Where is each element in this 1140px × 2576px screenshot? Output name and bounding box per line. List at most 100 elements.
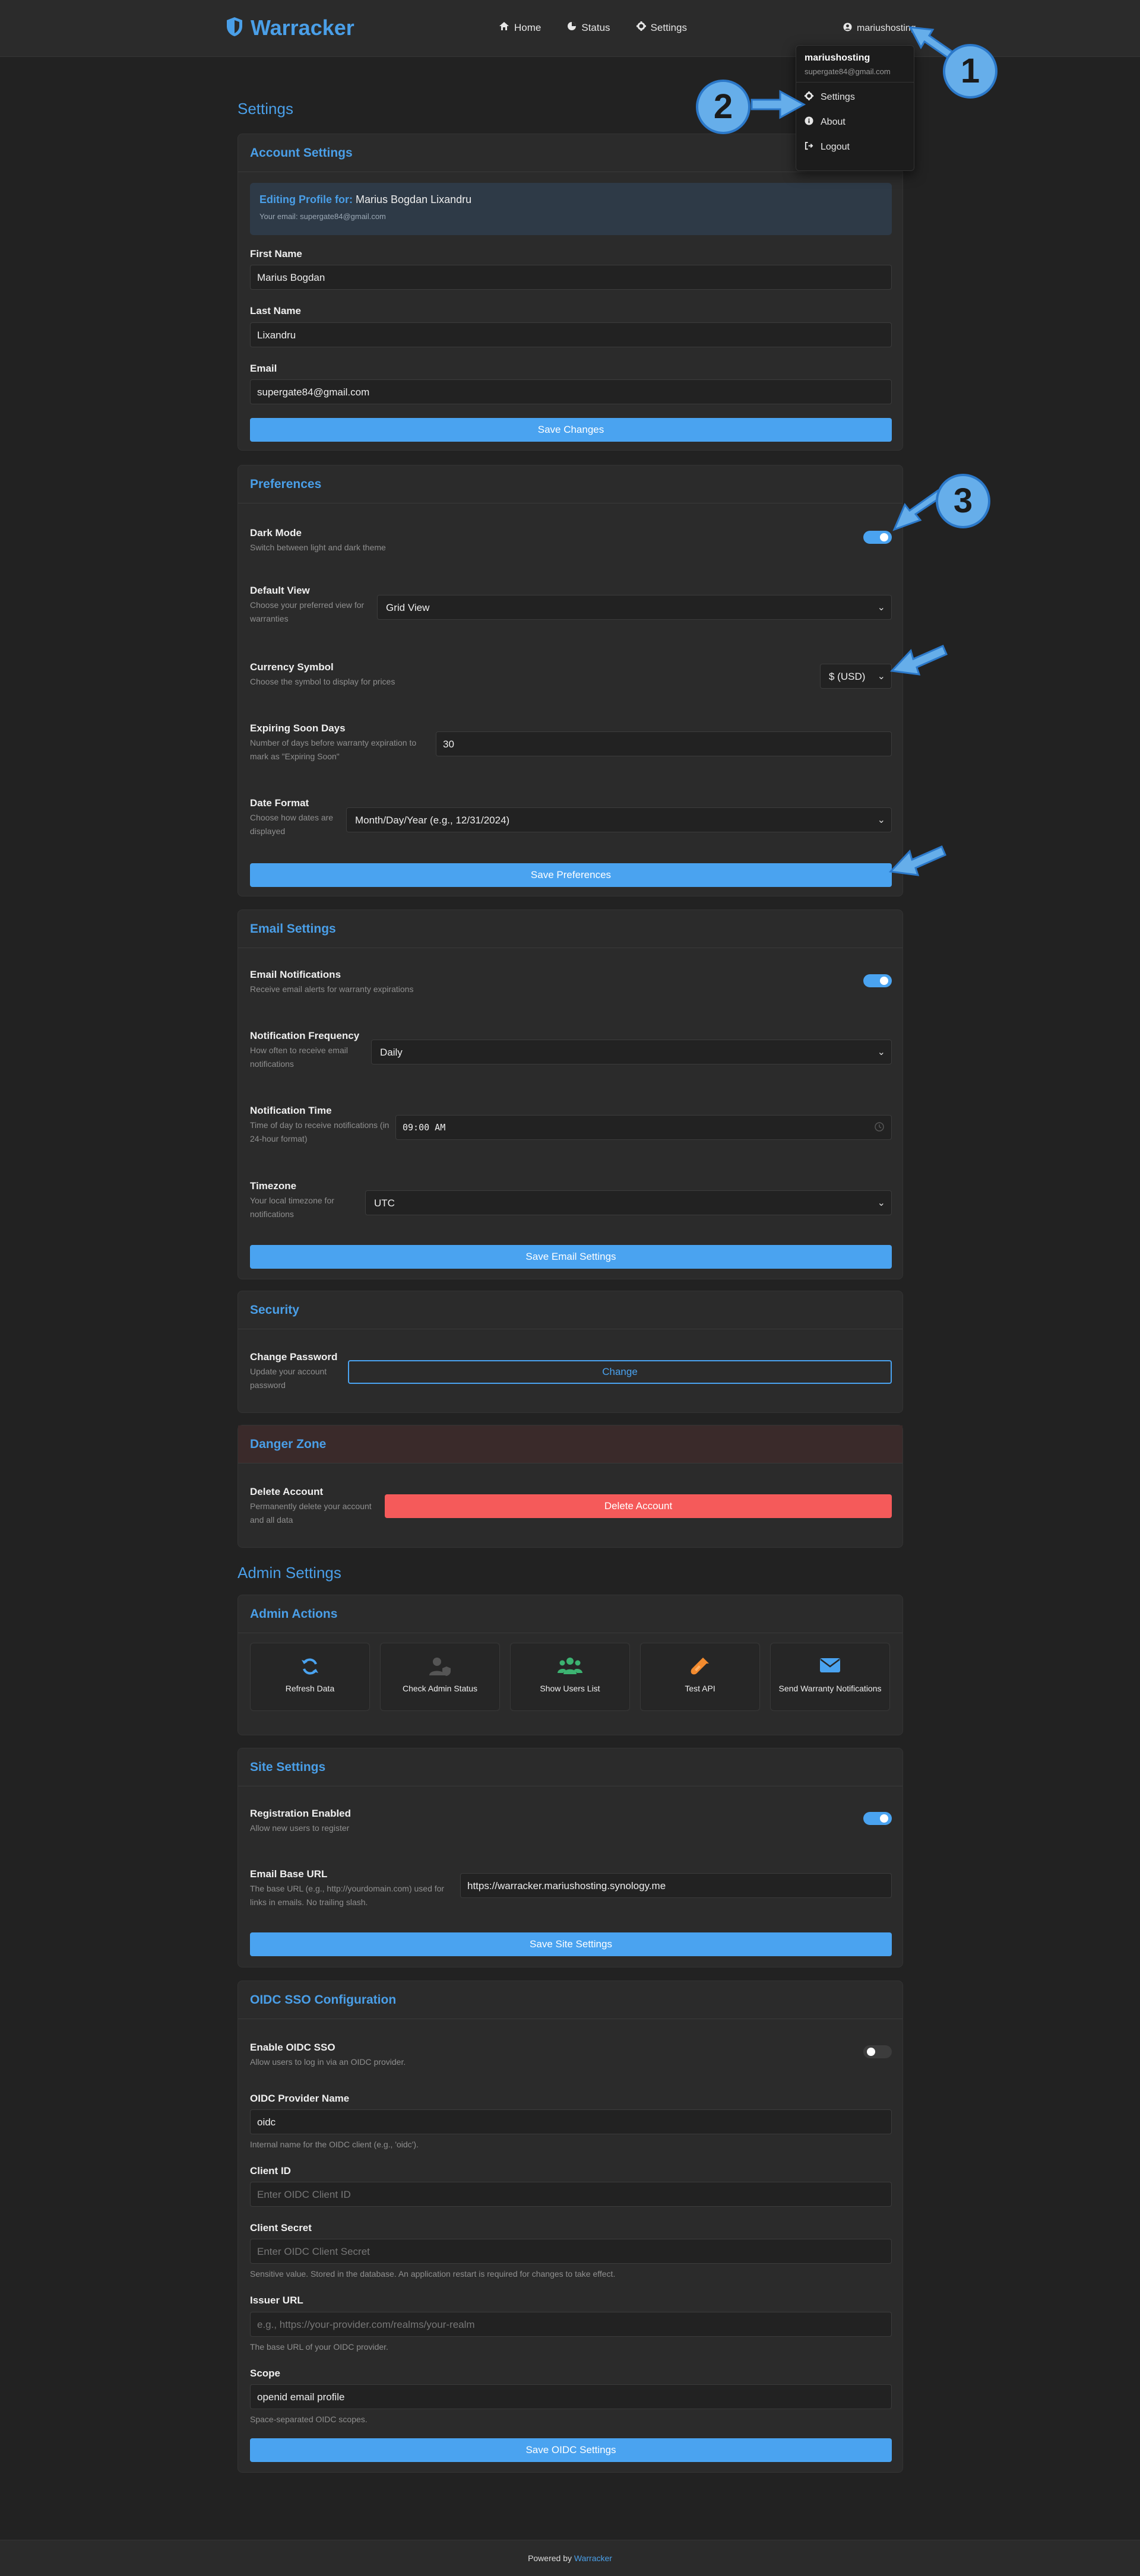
app-logo[interactable]: Warracker bbox=[226, 15, 354, 40]
expiring-desc-2: mark as "Expiring Soon" bbox=[250, 752, 340, 761]
currency-desc: Choose the symbol to display for prices bbox=[250, 677, 395, 686]
registration-toggle[interactable] bbox=[863, 1812, 892, 1825]
issuer-url-input[interactable]: e.g., https://your-provider.com/realms/y… bbox=[250, 2312, 892, 2337]
email-notifications-toggle[interactable] bbox=[863, 974, 892, 987]
email-base-url-input[interactable]: https://warracker.mariushosting.synology… bbox=[460, 1873, 892, 1898]
dropdown-user-info: mariushosting supergate84@gmail.com bbox=[796, 46, 914, 83]
email-settings-card: Email Settings Email Notifications Recei… bbox=[238, 910, 903, 1279]
test-api-label: Test API bbox=[685, 1684, 715, 1693]
save-site-settings-button[interactable]: Save Site Settings bbox=[250, 1932, 892, 1956]
scope-help: Space-separated OIDC scopes. bbox=[250, 2415, 368, 2424]
preferences-title: Preferences bbox=[238, 465, 902, 503]
email-input[interactable]: supergate84@gmail.com bbox=[250, 379, 892, 404]
timezone-label: Timezone bbox=[250, 1180, 297, 1192]
chevron-down-icon: ⌄ bbox=[877, 671, 885, 682]
chart-pie-icon bbox=[567, 21, 577, 34]
delete-account-label: Delete Account bbox=[250, 1486, 324, 1497]
page-title: Settings bbox=[238, 100, 293, 118]
user-dropdown-menu: mariushosting supergate84@gmail.com Sett… bbox=[796, 45, 914, 171]
registration-label: Registration Enabled bbox=[250, 1808, 352, 1819]
first-name-label: First Name bbox=[250, 248, 302, 259]
notification-time-input[interactable]: 09:00 AM bbox=[395, 1115, 892, 1140]
date-format-desc-1: Choose how dates are bbox=[250, 813, 334, 822]
oidc-provider-help: Internal name for the OIDC client (e.g.,… bbox=[250, 2140, 419, 2149]
nav-settings-label: Settings bbox=[650, 21, 687, 33]
currency-select[interactable]: $ (USD) ⌄ bbox=[820, 664, 892, 689]
oidc-provider-label: OIDC Provider Name bbox=[250, 2093, 350, 2104]
oidc-settings-title: OIDC SSO Configuration bbox=[238, 1981, 902, 2019]
save-email-settings-button[interactable]: Save Email Settings bbox=[250, 1245, 892, 1269]
client-id-input[interactable]: Enter OIDC Client ID bbox=[250, 2182, 892, 2207]
dark-mode-desc: Switch between light and dark theme bbox=[250, 543, 386, 552]
timezone-select[interactable]: UTC ⌄ bbox=[365, 1190, 892, 1215]
currency-value: $ (USD) bbox=[829, 671, 866, 682]
chevron-down-icon: ⌄ bbox=[877, 815, 885, 825]
check-admin-status-button[interactable]: Check Admin Status bbox=[380, 1643, 500, 1711]
save-oidc-settings-button[interactable]: Save OIDC Settings bbox=[250, 2438, 892, 2462]
dropdown-item-settings[interactable]: Settings bbox=[796, 85, 914, 110]
currency-pointer-arrow bbox=[889, 645, 948, 676]
dropdown-username: mariushosting bbox=[805, 53, 870, 63]
enable-oidc-toggle[interactable] bbox=[863, 2045, 892, 2058]
delete-account-desc-2: and all data bbox=[250, 1515, 293, 1525]
date-format-select[interactable]: Month/Day/Year (e.g., 12/31/2024) ⌄ bbox=[346, 807, 892, 832]
client-secret-label: Client Secret bbox=[250, 2222, 312, 2233]
registration-desc: Allow new users to register bbox=[250, 1823, 350, 1833]
date-format-label: Date Format bbox=[250, 797, 309, 809]
check-admin-status-label: Check Admin Status bbox=[402, 1684, 478, 1693]
enable-oidc-label: Enable OIDC SSO bbox=[250, 2042, 335, 2053]
dropdown-item-logout[interactable]: Logout bbox=[796, 135, 914, 160]
delete-account-button[interactable]: Delete Account bbox=[385, 1494, 892, 1518]
scope-input[interactable]: openid email profile bbox=[250, 2384, 892, 2409]
users-icon bbox=[511, 1656, 629, 1678]
dark-mode-toggle[interactable] bbox=[863, 531, 892, 544]
notification-time-value: 09:00 AM bbox=[403, 1122, 446, 1133]
show-users-list-label: Show Users List bbox=[540, 1684, 600, 1693]
oidc-settings-card: OIDC SSO Configuration Enable OIDC SSO A… bbox=[238, 1981, 903, 2473]
notification-frequency-desc-2: notifications bbox=[250, 1059, 294, 1069]
user-shield-icon bbox=[381, 1656, 499, 1678]
oidc-provider-input[interactable]: oidc bbox=[250, 2109, 892, 2134]
admin-actions-card: Admin Actions Refresh Data Check Admin S… bbox=[238, 1595, 903, 1735]
notification-frequency-desc-1: How often to receive email bbox=[250, 1045, 348, 1055]
notification-time-desc-2: 24-hour format) bbox=[250, 1134, 308, 1143]
expiring-days-input[interactable]: 30 bbox=[436, 731, 892, 756]
default-view-desc-1: Choose your preferred view for bbox=[250, 600, 365, 610]
nav-status[interactable]: Status bbox=[567, 21, 610, 34]
sign-out-icon bbox=[805, 141, 813, 153]
enable-oidc-desc: Allow users to log in via an OIDC provid… bbox=[250, 2057, 406, 2067]
timezone-value: UTC bbox=[374, 1197, 395, 1209]
refresh-data-button[interactable]: Refresh Data bbox=[250, 1643, 370, 1711]
client-secret-help: Sensitive value. Stored in the database.… bbox=[250, 2269, 616, 2279]
page-footer: Powered by Warracker bbox=[0, 2540, 1140, 2576]
profile-info-box: Editing Profile for: Marius Bogdan Lixan… bbox=[250, 183, 892, 235]
client-secret-input[interactable]: Enter OIDC Client Secret bbox=[250, 2239, 892, 2264]
default-view-select[interactable]: Grid View ⌄ bbox=[377, 595, 892, 620]
dropdown-item-about[interactable]: About bbox=[796, 110, 914, 135]
email-base-url-label: Email Base URL bbox=[250, 1868, 328, 1880]
nav-home[interactable]: Home bbox=[499, 21, 541, 34]
send-warranty-notifications-button[interactable]: Send Warranty Notifications bbox=[770, 1643, 890, 1711]
security-title: Security bbox=[238, 1291, 902, 1329]
app-name: Warracker bbox=[251, 15, 354, 40]
footer-brand-link[interactable]: Warracker bbox=[574, 2553, 612, 2563]
change-password-button[interactable]: Change bbox=[348, 1360, 892, 1384]
notification-frequency-select[interactable]: Daily ⌄ bbox=[371, 1040, 892, 1064]
save-preferences-pointer-arrow bbox=[888, 845, 946, 876]
site-settings-card: Site Settings Registration Enabled Allow… bbox=[238, 1748, 903, 1967]
home-icon bbox=[499, 21, 509, 34]
nav-settings[interactable]: Settings bbox=[636, 21, 687, 34]
default-view-label: Default View bbox=[250, 585, 310, 596]
last-name-input[interactable]: Lixandru bbox=[250, 322, 892, 347]
date-format-value: Month/Day/Year (e.g., 12/31/2024) bbox=[355, 815, 510, 826]
save-changes-button[interactable]: Save Changes bbox=[250, 418, 892, 442]
first-name-input[interactable]: Marius Bogdan bbox=[250, 265, 892, 290]
test-api-button[interactable]: Test API bbox=[640, 1643, 760, 1711]
save-preferences-button[interactable]: Save Preferences bbox=[250, 863, 892, 887]
nav-status-label: Status bbox=[581, 21, 610, 33]
chevron-down-icon: ⌄ bbox=[877, 1198, 885, 1208]
timezone-desc-2: notifications bbox=[250, 1209, 294, 1219]
show-users-list-button[interactable]: Show Users List bbox=[510, 1643, 630, 1711]
change-password-desc-1: Update your account bbox=[250, 1367, 327, 1376]
chevron-down-icon: ⌄ bbox=[877, 603, 885, 613]
